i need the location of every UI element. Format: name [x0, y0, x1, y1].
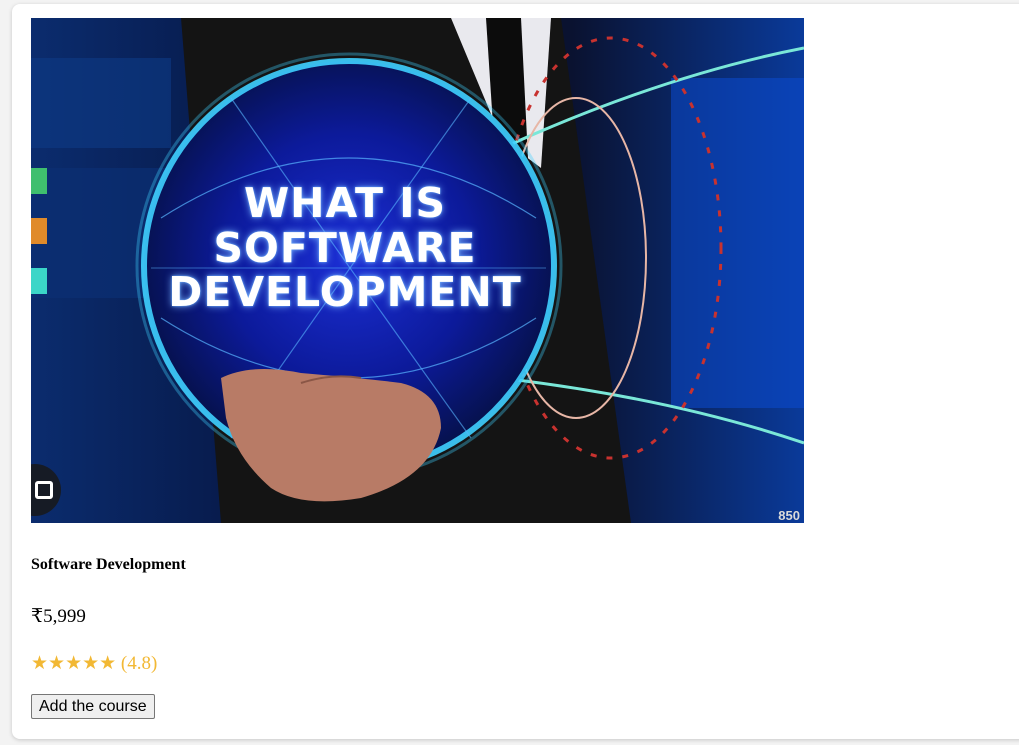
course-image: WHAT IS SOFTWARE DEVELOPMENT 850	[31, 18, 804, 523]
image-headline-line3: DEVELOPMENT	[168, 268, 522, 316]
course-rating: ★★★★★ (4.8)	[31, 652, 157, 675]
image-headline-line2: SOFTWARE	[213, 224, 477, 272]
add-course-button[interactable]: Add the course	[31, 694, 155, 719]
rating-value: (4.8)	[120, 653, 158, 674]
image-size-label: 850	[778, 508, 800, 523]
image-headline-line1: WHAT IS	[243, 179, 447, 227]
rating-stars-icon: ★★★★★	[31, 653, 117, 674]
course-title: Software Development	[31, 556, 186, 573]
course-card: WHAT IS SOFTWARE DEVELOPMENT 850 Softwar…	[12, 4, 1019, 739]
course-price: ₹5,999	[31, 606, 86, 627]
